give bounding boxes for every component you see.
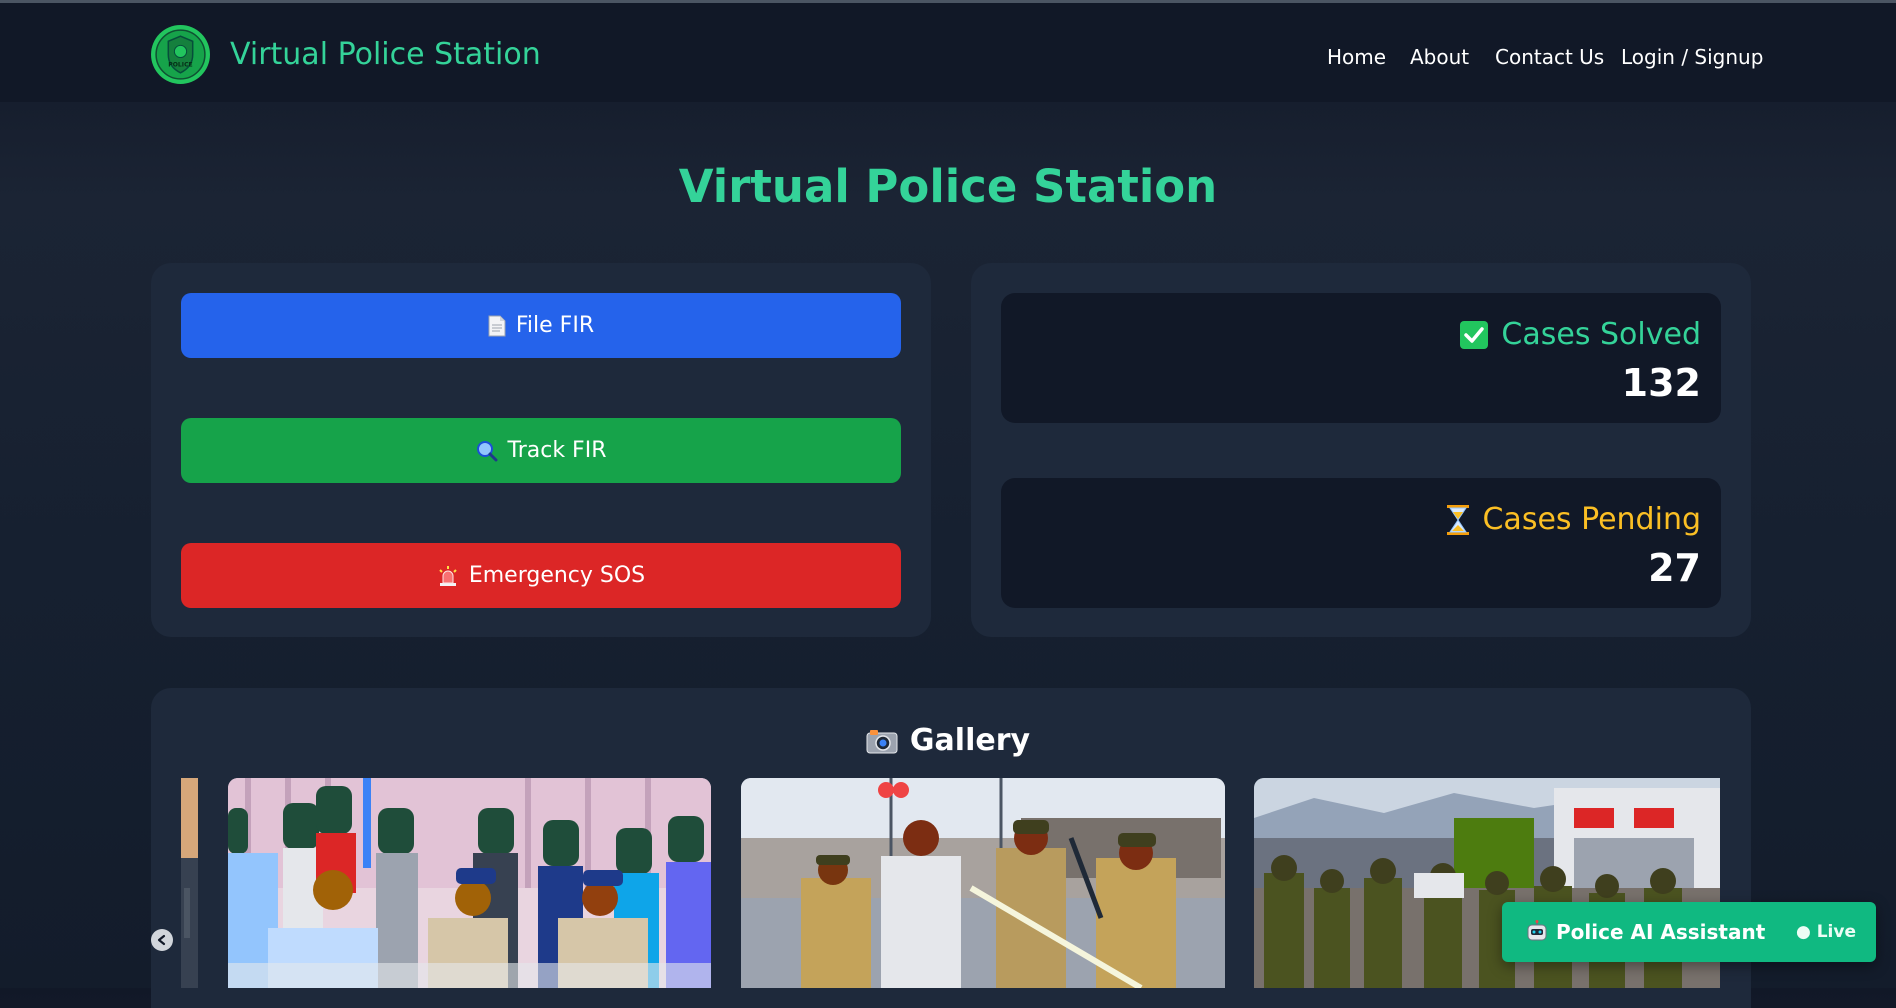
cases-pending-label: Cases Pending bbox=[1482, 502, 1701, 537]
brand-name[interactable]: Virtual Police Station bbox=[230, 37, 541, 72]
photo-partial-left[interactable] bbox=[181, 778, 198, 988]
cases-pending-card: Cases Pending 27 bbox=[1001, 478, 1721, 608]
magnifier-icon bbox=[476, 440, 498, 462]
cases-solved-label: Cases Solved bbox=[1501, 317, 1701, 352]
siren-icon bbox=[437, 565, 459, 587]
navbar: POLICE Virtual Police Station Home About… bbox=[0, 3, 1896, 102]
chevron-left-icon bbox=[157, 934, 166, 946]
cases-solved-card: Cases Solved 132 bbox=[1001, 293, 1721, 423]
cases-pending-value: 27 bbox=[1648, 546, 1701, 590]
cases-solved-value: 132 bbox=[1621, 361, 1701, 405]
track-fir-button[interactable]: Track FIR bbox=[181, 418, 901, 483]
hourglass-icon bbox=[1446, 504, 1470, 536]
gallery-prev-button[interactable] bbox=[151, 929, 173, 951]
police-badge-logo[interactable]: POLICE bbox=[150, 24, 211, 85]
nav-login-signup[interactable]: Login / Signup bbox=[1621, 45, 1763, 69]
photo-press-conference[interactable] bbox=[228, 778, 711, 988]
robot-icon bbox=[1526, 920, 1548, 946]
file-fir-label: File FIR bbox=[515, 313, 595, 338]
police-ai-assistant-widget[interactable]: Police AI Assistant ● Live bbox=[1502, 902, 1876, 962]
checkbox-icon bbox=[1459, 320, 1489, 350]
nav-about[interactable]: About bbox=[1410, 45, 1469, 69]
gallery-title: Gallery bbox=[909, 723, 1031, 758]
nav-home[interactable]: Home bbox=[1327, 45, 1386, 69]
assistant-live-status: ● Live bbox=[1795, 922, 1856, 942]
page-title: Virtual Police Station bbox=[678, 160, 1218, 213]
logo-text: POLICE bbox=[168, 62, 192, 69]
gallery-heading: Gallery bbox=[0, 723, 1896, 758]
photo-street-scuffle[interactable] bbox=[741, 778, 1225, 988]
file-fir-button[interactable]: File FIR bbox=[181, 293, 901, 358]
nav-contact[interactable]: Contact Us bbox=[1495, 45, 1604, 69]
emergency-sos-button[interactable]: Emergency SOS bbox=[181, 543, 901, 608]
assistant-title: Police AI Assistant bbox=[1556, 920, 1766, 944]
camera-icon bbox=[866, 728, 898, 754]
track-fir-label: Track FIR bbox=[507, 438, 607, 463]
document-icon bbox=[488, 315, 506, 337]
emergency-sos-label: Emergency SOS bbox=[468, 563, 646, 588]
